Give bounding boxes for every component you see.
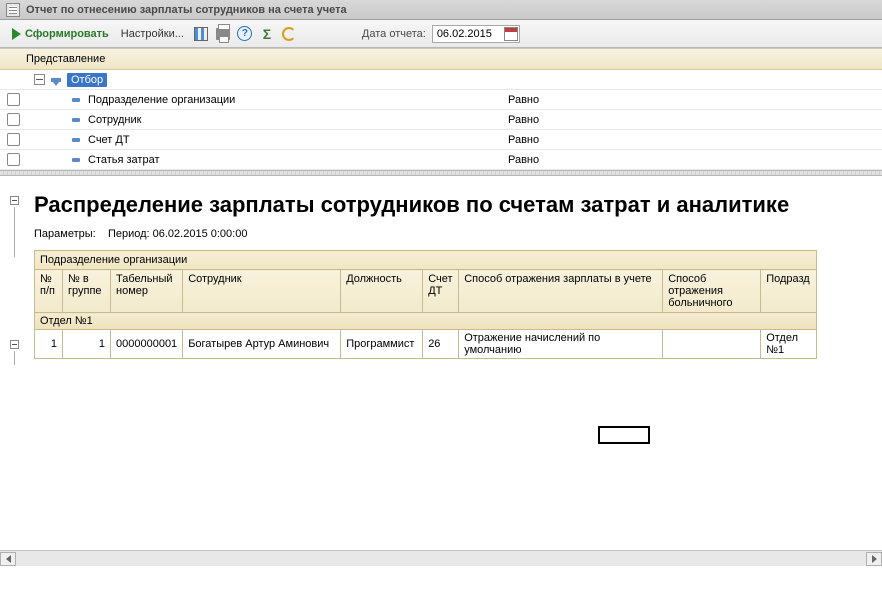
horizontal-scrollbar[interactable] bbox=[0, 550, 882, 566]
col-tabno: Табельный номер bbox=[111, 270, 183, 313]
field-icon bbox=[72, 118, 80, 122]
col-sick: Способ отражения больничного bbox=[663, 270, 761, 313]
checkbox[interactable] bbox=[7, 113, 20, 126]
checkbox[interactable] bbox=[7, 93, 20, 106]
cell-tabno: 0000000001 bbox=[111, 330, 183, 359]
outline-gutter bbox=[10, 190, 22, 566]
filter-header: Представление bbox=[0, 49, 882, 70]
filter-root-label: Отбор bbox=[67, 73, 107, 87]
report-area: Распределение зарплаты сотрудников по сч… bbox=[0, 176, 882, 566]
table-group-header: Подразделение организации bbox=[35, 251, 817, 270]
funnel-icon bbox=[51, 78, 61, 82]
group-header-cell: Подразделение организации bbox=[35, 251, 817, 270]
filter-field-label: Счет ДТ bbox=[88, 134, 130, 146]
cell-npp: 1 bbox=[35, 330, 63, 359]
filter-condition[interactable]: Равно bbox=[502, 114, 882, 126]
filter-panel: Представление Отбор Подразделение органи… bbox=[0, 48, 882, 170]
report-params: Параметры: Период: 06.02.2015 0:00:00 bbox=[34, 228, 882, 240]
help-icon: ? bbox=[237, 26, 252, 41]
field-icon bbox=[72, 98, 80, 102]
field-icon bbox=[72, 158, 80, 162]
date-field-wrap bbox=[432, 25, 520, 43]
help-button[interactable]: ? bbox=[236, 25, 254, 43]
group-row-cell: Отдел №1 bbox=[35, 313, 817, 330]
window-title: Отчет по отнесению зарплаты сотрудников … bbox=[26, 4, 347, 16]
chevron-right-icon bbox=[872, 555, 877, 563]
params-label: Параметры: bbox=[34, 228, 96, 240]
filter-field-label: Статья затрат bbox=[88, 154, 160, 166]
active-cell-cursor[interactable] bbox=[598, 426, 650, 444]
collapse-icon[interactable] bbox=[34, 74, 45, 85]
checkbox[interactable] bbox=[7, 153, 20, 166]
outline-line bbox=[14, 351, 15, 365]
cell-dept2: Отдел №1 bbox=[761, 330, 817, 359]
table-column-header: № п/п № в группе Табельный номер Сотрудн… bbox=[35, 270, 817, 313]
chevron-left-icon bbox=[6, 555, 11, 563]
params-value: Период: 06.02.2015 0:00:00 bbox=[108, 228, 248, 240]
cell-ngrp: 1 bbox=[63, 330, 111, 359]
col-dept2: Подразд bbox=[761, 270, 817, 313]
filter-header-representation: Представление bbox=[26, 53, 856, 65]
filter-row-cost-item[interactable]: Статья затрат Равно bbox=[0, 150, 882, 170]
filter-condition[interactable]: Равно bbox=[502, 134, 882, 146]
col-refl: Способ отражения зарплаты в учете bbox=[459, 270, 663, 313]
settings-label: Настройки... bbox=[121, 28, 184, 40]
filter-field-label: Подразделение организации bbox=[88, 94, 235, 106]
settings-button[interactable]: Настройки... bbox=[117, 26, 188, 42]
sigma-icon: Σ bbox=[263, 26, 271, 42]
cell-acct: 26 bbox=[423, 330, 459, 359]
cell-emp: Богатырев Артур Аминович bbox=[183, 330, 341, 359]
scroll-left-button[interactable] bbox=[0, 552, 16, 566]
outline-collapse-icon[interactable] bbox=[10, 340, 19, 349]
calendar-icon[interactable] bbox=[504, 27, 518, 41]
col-pos: Должность bbox=[341, 270, 423, 313]
cell-pos: Программист bbox=[341, 330, 423, 359]
filter-field-label: Сотрудник bbox=[88, 114, 141, 126]
play-icon bbox=[12, 28, 21, 40]
checkbox[interactable] bbox=[7, 133, 20, 146]
generate-label: Сформировать bbox=[25, 28, 109, 40]
col-acct: Счет ДТ bbox=[423, 270, 459, 313]
filter-row-department[interactable]: Подразделение организации Равно bbox=[0, 90, 882, 110]
refresh-icon bbox=[282, 27, 296, 41]
filter-tree: Отбор Подразделение организации Равно Со… bbox=[0, 70, 882, 170]
scroll-right-button[interactable] bbox=[866, 552, 882, 566]
window-titlebar: Отчет по отнесению зарплаты сотрудников … bbox=[0, 0, 882, 20]
filter-row-employee[interactable]: Сотрудник Равно bbox=[0, 110, 882, 130]
report-table: Подразделение организации № п/п № в груп… bbox=[34, 250, 882, 359]
report-title: Распределение зарплаты сотрудников по сч… bbox=[34, 192, 882, 218]
cell-refl: Отражение начислений по умолчанию bbox=[459, 330, 663, 359]
table-group-row[interactable]: Отдел №1 bbox=[35, 313, 817, 330]
report-window-icon bbox=[6, 3, 20, 17]
col-emp: Сотрудник bbox=[183, 270, 341, 313]
outline-collapse-icon[interactable] bbox=[10, 196, 19, 205]
chart-button[interactable] bbox=[192, 25, 210, 43]
filter-root-row[interactable]: Отбор bbox=[0, 70, 882, 90]
filter-row-account[interactable]: Счет ДТ Равно bbox=[0, 130, 882, 150]
col-npp: № п/п bbox=[35, 270, 63, 313]
outline-line bbox=[14, 207, 15, 257]
date-label: Дата отчета: bbox=[362, 28, 426, 40]
field-icon bbox=[72, 138, 80, 142]
table-row[interactable]: 1 1 0000000001 Богатырев Артур Аминович … bbox=[35, 330, 817, 359]
sum-button[interactable]: Σ bbox=[258, 25, 276, 43]
filter-condition[interactable]: Равно bbox=[502, 94, 882, 106]
filter-condition[interactable]: Равно bbox=[502, 154, 882, 166]
generate-button[interactable]: Сформировать bbox=[8, 26, 113, 42]
cell-sick bbox=[663, 330, 761, 359]
col-ngrp: № в группе bbox=[63, 270, 111, 313]
print-button[interactable] bbox=[214, 25, 232, 43]
toolbar: Сформировать Настройки... ? Σ Дата отчет… bbox=[0, 20, 882, 48]
refresh-button[interactable] bbox=[280, 25, 298, 43]
print-icon bbox=[216, 28, 230, 40]
chart-icon bbox=[194, 27, 208, 41]
